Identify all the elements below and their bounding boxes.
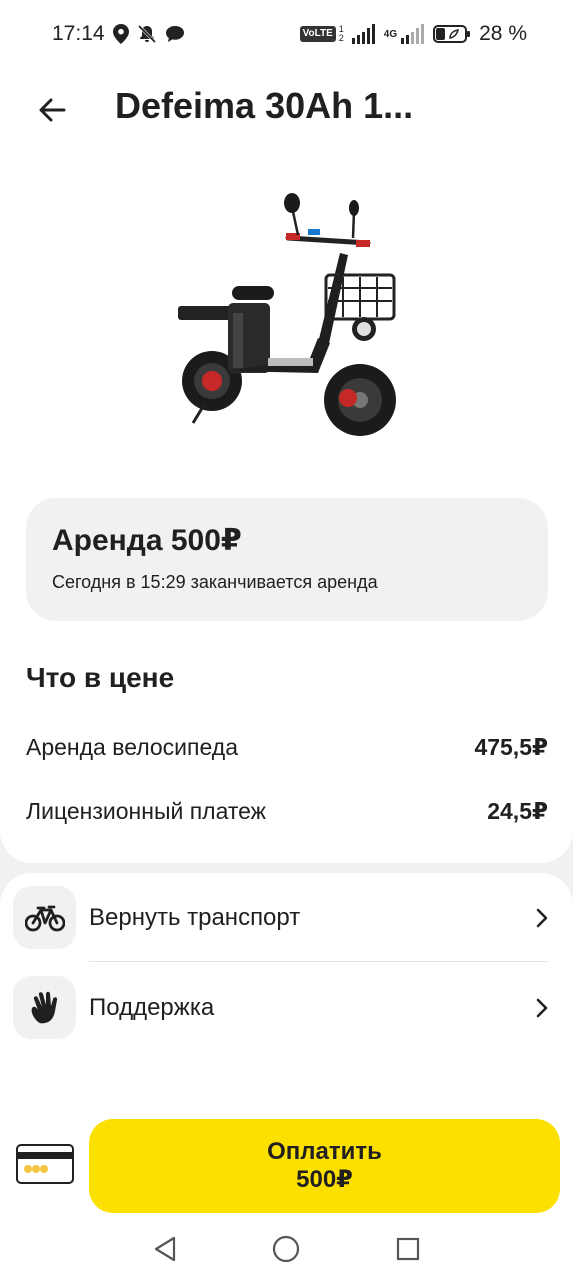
price-row-value: 24,5₽ — [487, 798, 548, 824]
payment-card-button[interactable] — [16, 1144, 74, 1184]
navigation-bar — [0, 1216, 573, 1280]
pay-button[interactable]: Оплатить 500₽ — [89, 1119, 560, 1213]
status-bar: 17:14 VoLTE 1 2 4G 28 % — [0, 0, 573, 68]
signal-icon — [351, 24, 376, 44]
sim-2: 2 — [338, 33, 344, 43]
price-row-value: 475,5₽ — [474, 734, 548, 760]
arrow-left-icon — [39, 98, 66, 122]
price-row-label: Лицензионный платеж — [26, 798, 267, 824]
bell-muted-icon — [137, 24, 157, 44]
price-row-label: Аренда велосипеда — [26, 734, 238, 760]
hand-icon — [31, 991, 57, 1023]
battery-icon — [433, 24, 471, 44]
pay-button-label: Оплатить — [267, 1138, 382, 1165]
nav-recents-button[interactable] — [393, 1234, 423, 1264]
circle-home-icon — [272, 1235, 300, 1263]
price-section-title: Что в цене — [26, 662, 175, 693]
header: Defeima 30Ah 1... — [0, 68, 573, 148]
status-time: 17:14 — [52, 22, 105, 45]
return-transport-item[interactable]: Вернуть транспорт — [0, 873, 573, 963]
divider — [89, 961, 548, 962]
location-icon — [112, 24, 129, 44]
action-icon-box — [13, 886, 76, 949]
battery-level: 28 % — [479, 22, 527, 45]
rent-title: Аренда 500₽ — [52, 524, 242, 557]
network-type: 4G — [383, 28, 398, 40]
status-left: 17:14 — [52, 22, 185, 46]
action-icon-box — [13, 976, 76, 1039]
top-card: Defeima 30Ah 1... Аренда 500₽ Сегодня в … — [0, 68, 573, 863]
back-button[interactable] — [32, 90, 72, 130]
bike-image — [168, 193, 408, 448]
volte-badge: VoLTE — [299, 26, 336, 42]
page-title: Defeima 30Ah 1... — [115, 85, 414, 126]
square-recents-icon — [396, 1237, 420, 1261]
rent-card: Аренда 500₽ Сегодня в 15:29 заканчиваетс… — [26, 498, 548, 621]
status-right: VoLTE 1 2 4G 28 % — [299, 22, 527, 46]
action-label: Поддержка — [89, 994, 215, 1021]
nav-back-button[interactable] — [150, 1234, 180, 1264]
chevron-right-icon — [532, 908, 552, 928]
bicycle-icon — [24, 905, 65, 931]
pay-button-amount: 500₽ — [296, 1166, 353, 1193]
triangle-back-icon — [154, 1236, 176, 1262]
support-item[interactable]: Поддержка — [0, 963, 573, 1053]
sim-indicator: 1 2 — [339, 25, 344, 43]
nav-home-button[interactable] — [271, 1234, 301, 1264]
price-row: Лицензионный платеж 24,5₽ — [26, 798, 548, 825]
signal-2-icon — [401, 24, 425, 44]
chevron-right-icon — [532, 998, 552, 1018]
price-row: Аренда велосипеда 475,5₽ — [26, 734, 548, 761]
credit-card-icon — [16, 1144, 74, 1184]
action-label: Вернуть транспорт — [89, 904, 301, 931]
rent-subtitle: Сегодня в 15:29 заканчивается аренда — [52, 572, 378, 592]
chat-bubble-icon — [165, 25, 185, 43]
actions-card: Вернуть транспорт Поддержка — [0, 873, 573, 1113]
